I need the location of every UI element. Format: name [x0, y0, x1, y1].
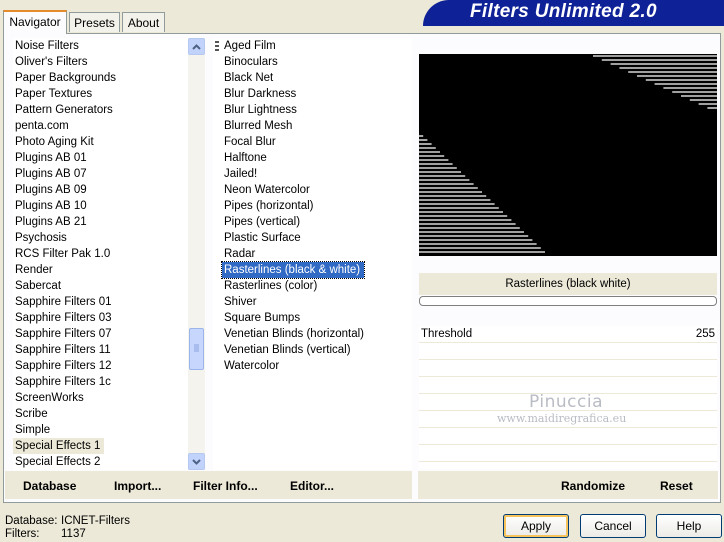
category-item[interactable]: Special Effects 1 — [13, 438, 105, 454]
watermark-name: Pinuccia — [529, 392, 603, 412]
database-button[interactable]: Database — [23, 478, 76, 494]
filters-count: 1137 — [61, 528, 86, 540]
editor-button[interactable]: Editor... — [290, 478, 334, 494]
filter-item[interactable]: Black Net — [222, 70, 277, 86]
filter-item[interactable]: Watercolor — [222, 358, 283, 374]
chevron-up-icon — [192, 43, 201, 50]
help-button[interactable]: Help — [656, 514, 722, 538]
category-item[interactable]: Noise Filters — [13, 38, 83, 54]
param-row-empty — [419, 445, 717, 462]
category-item[interactable]: Special Effects 2 — [13, 454, 104, 470]
filter-item[interactable]: Pipes (horizontal) — [222, 198, 317, 214]
category-item[interactable]: Paper Backgrounds — [13, 70, 120, 86]
tab-presets-label: Presets — [74, 16, 115, 30]
category-item[interactable]: Pattern Generators — [13, 102, 117, 118]
scroll-thumb[interactable] — [189, 328, 204, 370]
category-item[interactable]: ScreenWorks — [13, 390, 88, 406]
category-item[interactable]: Sapphire Filters 07 — [13, 326, 116, 342]
category-item[interactable]: Sapphire Filters 01 — [13, 294, 116, 310]
watermark-url: www.maidiregrafica.eu — [497, 412, 627, 425]
category-item[interactable]: Plugins AB 09 — [13, 182, 91, 198]
scroll-down-button[interactable] — [188, 453, 205, 470]
chevron-down-icon — [192, 458, 201, 465]
filter-item[interactable]: Neon Watercolor — [222, 182, 314, 198]
param-row-empty — [419, 343, 717, 360]
category-item[interactable]: Plugins AB 07 — [13, 166, 91, 182]
scroll-up-button[interactable] — [188, 38, 205, 55]
database-label: Database: — [5, 515, 58, 527]
category-item[interactable]: Sabercat — [13, 278, 65, 294]
category-item[interactable]: Sapphire Filters 1c — [13, 374, 115, 390]
grip-icon — [194, 344, 199, 352]
filter-item[interactable]: Aged Film — [222, 38, 280, 54]
param-value: 255 — [695, 328, 715, 340]
param-row-empty — [419, 428, 717, 445]
category-item[interactable]: Sapphire Filters 11 — [13, 342, 115, 358]
filter-item[interactable]: Halftone — [222, 150, 271, 166]
filter-item[interactable]: Pipes (vertical) — [222, 214, 304, 230]
filter-item[interactable]: Binoculars — [222, 54, 282, 70]
filter-item[interactable]: Rasterlines (black & white) — [220, 261, 366, 279]
category-item[interactable]: Render — [13, 262, 57, 278]
randomize-button[interactable]: Randomize — [561, 478, 625, 494]
filter-item[interactable]: Plastic Surface — [222, 230, 305, 246]
param-name: Threshold — [421, 328, 473, 340]
param-row-empty — [419, 360, 717, 377]
category-item[interactable]: Sapphire Filters 03 — [13, 310, 116, 326]
category-item[interactable]: penta.com — [13, 118, 73, 134]
filter-item[interactable]: Venetian Blinds (vertical) — [222, 342, 355, 358]
filter-item[interactable]: Jailed! — [222, 166, 261, 182]
import-button[interactable]: Import... — [114, 478, 161, 494]
tab-navigator-label: Navigator — [9, 15, 61, 29]
filter-item[interactable]: Rasterlines (color) — [222, 278, 321, 294]
drag-grip-icon — [215, 41, 219, 51]
tab-about[interactable]: About — [122, 12, 165, 32]
apply-button[interactable]: Apply — [503, 514, 569, 538]
category-item[interactable]: Plugins AB 01 — [13, 150, 91, 166]
filter-item[interactable]: Blur Darkness — [222, 86, 300, 102]
filter-info-button[interactable]: Filter Info... — [193, 478, 258, 494]
app-title: Filters Unlimited 2.0 — [470, 1, 657, 22]
reset-button[interactable]: Reset — [660, 478, 693, 494]
category-item[interactable]: Photo Aging Kit — [13, 134, 98, 150]
filter-item[interactable]: Venetian Blinds (horizontal) — [222, 326, 368, 342]
category-item[interactable]: Simple — [13, 422, 54, 438]
tab-about-label: About — [127, 16, 160, 30]
filter-item[interactable]: Focal Blur — [222, 134, 280, 150]
category-item[interactable]: Scribe — [13, 406, 52, 422]
filter-item[interactable]: Blurred Mesh — [222, 118, 296, 134]
category-scrollbar[interactable] — [188, 38, 205, 470]
category-item[interactable]: Psychosis — [13, 230, 71, 246]
category-item[interactable]: Paper Textures — [13, 86, 96, 102]
category-item[interactable]: Plugins AB 21 — [13, 214, 91, 230]
rasterlines-preview — [419, 55, 717, 253]
category-list[interactable]: Noise Filters Oliver's Filters Paper Backg… — [13, 38, 188, 470]
filter-item[interactable]: Square Bumps — [222, 310, 304, 326]
category-item[interactable]: Oliver's Filters — [13, 54, 91, 70]
param-row-threshold[interactable]: Threshold 255 — [419, 326, 717, 343]
filter-item[interactable]: Radar — [222, 246, 259, 262]
tab-navigator[interactable]: Navigator — [3, 10, 67, 34]
filters-label: Filters: — [5, 528, 40, 540]
preview-image — [419, 54, 717, 256]
progress-bar — [419, 296, 717, 306]
tab-presets[interactable]: Presets — [69, 12, 120, 32]
cancel-button[interactable]: Cancel — [580, 514, 646, 538]
category-item[interactable]: RCS Filter Pak 1.0 — [13, 246, 114, 262]
category-item[interactable]: Sapphire Filters 12 — [13, 358, 116, 374]
filter-list[interactable]: Aged Film Binoculars Black Net Blur Darknes… — [213, 38, 412, 470]
category-item[interactable]: Plugins AB 10 — [13, 198, 91, 214]
preview-filter-title: Rasterlines (black white) — [419, 273, 717, 295]
filter-item[interactable]: Blur Lightness — [222, 102, 301, 118]
filter-item[interactable]: Shiver — [222, 294, 261, 310]
database-value: ICNET-Filters — [61, 515, 130, 527]
